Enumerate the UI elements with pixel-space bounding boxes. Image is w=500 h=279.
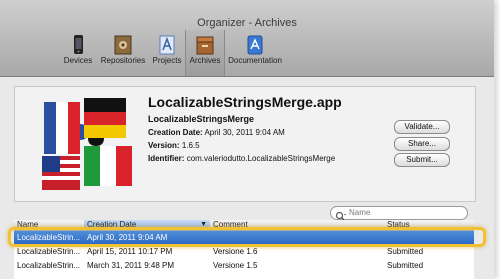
toolbar-documentation[interactable]: Documentation [226,34,284,65]
bundle-name: LocalizableStringsMerge [148,114,255,124]
app-name: LocalizableStringsMerge.app [148,94,342,110]
version-value: 1.6.5 [181,141,200,150]
version-label: Version: [148,141,180,150]
creation-date-label: Creation Date: [148,128,203,137]
documentation-icon [245,34,265,56]
share-button[interactable]: Share... [394,137,450,151]
toolbar-repositories[interactable]: Repositories [98,34,148,65]
creation-date-row: Creation Date: April 30, 2011 9:04 AM [148,128,285,137]
identifier-value: com.valeriodutto.LocalizableStringsMerge [186,154,336,163]
identifier-label: Identifier: [148,154,185,163]
identifier-row: Identifier: com.valeriodutto.Localizable… [148,154,335,163]
iphone-icon [68,34,88,56]
creation-date-value: April 30, 2011 9:04 AM [204,128,285,137]
toolbar-projects[interactable]: Projects [150,34,184,65]
archives-icon [195,34,215,56]
search-field[interactable]: Name [330,206,468,221]
projects-icon [157,34,177,56]
submit-button[interactable]: Submit... [394,153,450,167]
window-title: Organizer - Archives [197,17,297,29]
search-placeholder: Name [349,208,371,217]
app-icon [40,94,136,190]
version-row: Version: 1.6.5 [148,141,200,150]
toolbar-devices[interactable]: Devices [60,34,96,65]
repositories-icon [113,34,133,56]
selection-highlight-frame [8,227,486,247]
validate-button[interactable]: Validate... [394,120,450,134]
table-row[interactable]: LocalizableStrin... April 15, 2011 10:17… [14,245,474,259]
table-row[interactable]: LocalizableStrin... March 31, 2011 9:48 … [14,259,474,273]
toolbar-archives[interactable]: Archives [185,30,225,76]
